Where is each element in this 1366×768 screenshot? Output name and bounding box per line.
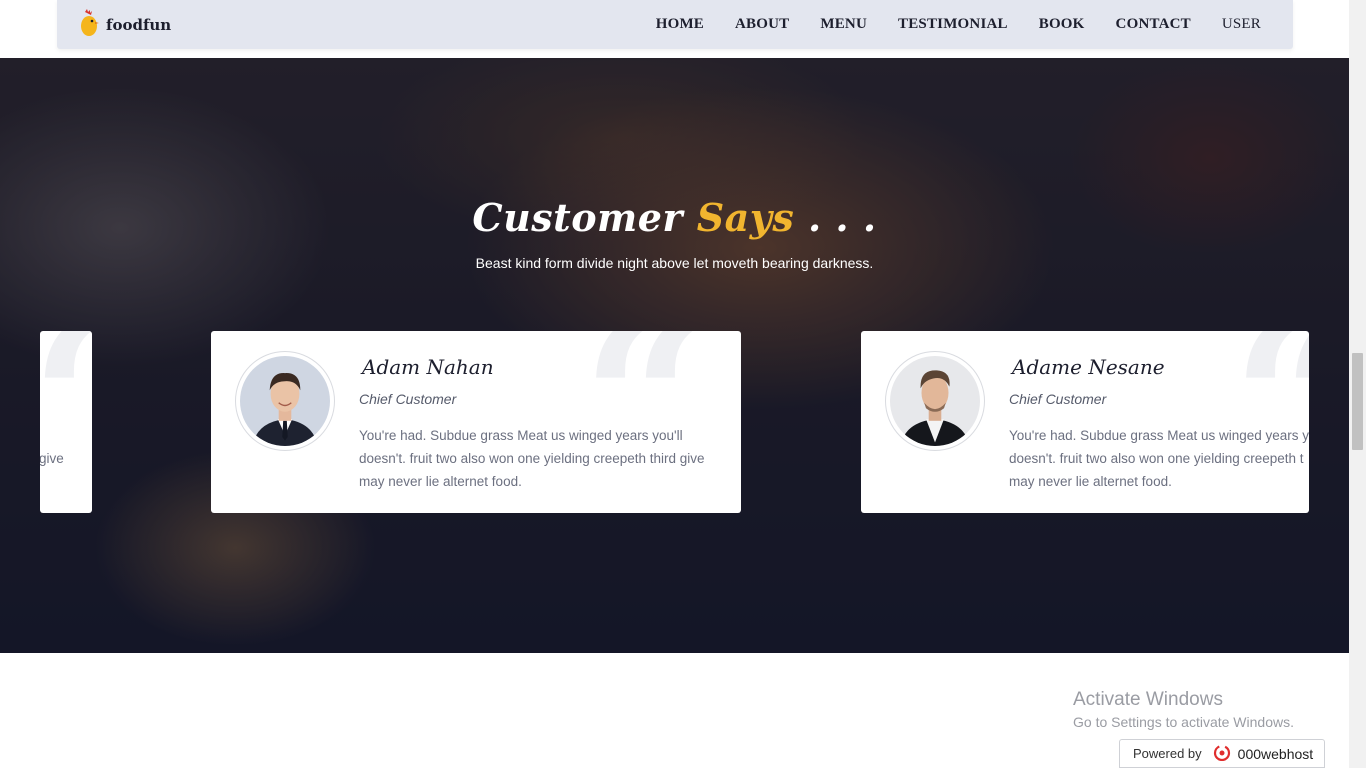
quote-mark-icon: “ (40, 331, 92, 511)
page-scrollbar[interactable] (1349, 0, 1366, 768)
testimonial-section: Customer Says . . . Beast kind form divi… (0, 58, 1349, 653)
nav-book[interactable]: BOOK (1039, 16, 1085, 33)
testimonial-line: may never lie alternet food. (1009, 474, 1172, 489)
top-bar: foodfun HOME ABOUT MENU TESTIMONIAL BOOK… (0, 0, 1349, 58)
customer-role: Chief Customer (1009, 391, 1107, 407)
webhost-logo-icon (1202, 743, 1238, 764)
testimonial-text: You're had. Subdue grass Meat us winged … (1009, 424, 1309, 493)
hosting-badge[interactable]: Powered by 000webhost (1119, 739, 1325, 768)
person-photo-icon (240, 356, 330, 446)
title-tail: . . . (794, 195, 877, 240)
nav-about[interactable]: ABOUT (735, 16, 789, 33)
testimonial-line: You're had. Subdue grass Meat us winged … (1009, 428, 1309, 443)
testimonial-text: give (40, 451, 64, 466)
person-photo-icon (890, 356, 980, 446)
brand-logo[interactable]: foodfun (79, 8, 172, 42)
brand-name: foodfun (106, 16, 172, 34)
scrollbar-thumb[interactable] (1352, 353, 1363, 450)
nav-testimonial[interactable]: TESTIMONIAL (898, 16, 1008, 33)
customer-role: Chief Customer (359, 391, 457, 407)
watermark-title: Activate Windows (1073, 689, 1223, 710)
customer-name: Adame Nesane (1012, 355, 1165, 379)
avatar (235, 351, 335, 451)
main-menu: HOME ABOUT MENU TESTIMONIAL BOOK CONTACT… (625, 0, 1261, 49)
testimonial-card-partial[interactable]: “ give (40, 331, 92, 513)
testimonial-card[interactable]: “ Adam Nahan Chief Customer You're had. … (211, 331, 741, 513)
chicken-logo-icon (79, 8, 99, 42)
nav-contact[interactable]: CONTACT (1116, 16, 1191, 33)
nav-user[interactable]: USER (1222, 16, 1261, 33)
nav-menu[interactable]: MENU (820, 16, 867, 33)
customer-name: Adam Nahan (362, 355, 494, 379)
section-subtitle: Beast kind form divide night above let m… (475, 255, 874, 271)
activation-watermark: Activate Windows Go to Settings to activ… (1073, 689, 1294, 730)
section-title: Customer Says . . . (0, 195, 1349, 240)
title-main: Customer (472, 195, 697, 240)
hosting-brand: 000webhost (1237, 745, 1314, 762)
powered-by-label: Powered by (1133, 746, 1202, 761)
nav-home[interactable]: HOME (656, 16, 704, 33)
title-accent: Says (696, 195, 795, 240)
avatar (885, 351, 985, 451)
testimonial-text: You're had. Subdue grass Meat us winged … (359, 428, 705, 489)
navbar: foodfun HOME ABOUT MENU TESTIMONIAL BOOK… (57, 0, 1293, 49)
testimonial-card[interactable]: “ Adame Nesane Chief Customer You're had… (861, 331, 1309, 513)
watermark-subtitle: Go to Settings to activate Windows. (1073, 714, 1294, 730)
testimonial-line: doesn't. fruit two also won one yielding… (1009, 451, 1304, 466)
